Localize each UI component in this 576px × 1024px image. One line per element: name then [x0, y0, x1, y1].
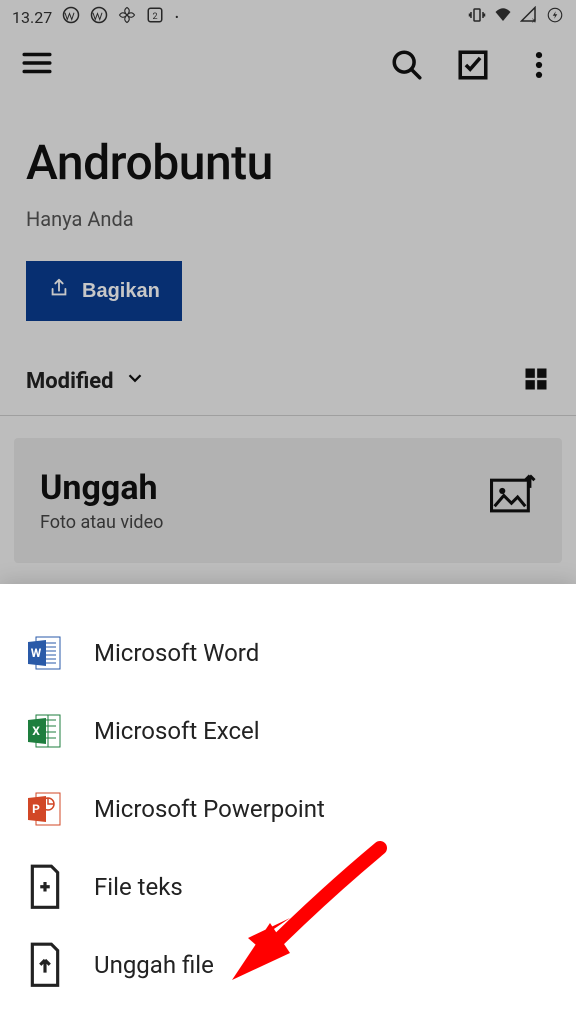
svg-text:X: X — [32, 724, 40, 738]
signal-icon: x — [520, 6, 538, 28]
search-button[interactable] — [390, 48, 424, 82]
excel-icon: X — [26, 712, 64, 750]
folder-subtitle: Hanya Anda — [26, 207, 550, 231]
pinwheel-icon — [118, 6, 136, 28]
upload-file-icon — [26, 946, 64, 984]
sheet-item-label: Unggah file — [94, 951, 214, 979]
sort-label: Modified — [26, 369, 114, 394]
sheet-item-textfile[interactable]: File teks — [0, 848, 576, 926]
menu-button[interactable] — [20, 46, 54, 84]
sheet-item-word[interactable]: W Microsoft Word — [0, 614, 576, 692]
more-button[interactable] — [522, 48, 556, 82]
share-button[interactable]: Bagikan — [26, 261, 182, 321]
sheet-item-label: Microsoft Excel — [94, 717, 260, 745]
folder-title: Androbuntu — [26, 134, 550, 191]
sheet-item-label: Microsoft Word — [94, 639, 259, 667]
statusbar-time: 13.27 — [12, 8, 52, 27]
create-bottomsheet: W Microsoft Word X Microsoft Excel P Mic… — [0, 584, 576, 1024]
svg-text:x: x — [532, 16, 536, 25]
sheet-item-excel[interactable]: X Microsoft Excel — [0, 692, 576, 770]
sort-button[interactable]: Modified — [26, 367, 146, 395]
chevron-down-icon — [124, 367, 146, 395]
appbar — [0, 30, 576, 100]
sheet-item-label: File teks — [94, 873, 183, 901]
select-button[interactable] — [456, 48, 490, 82]
svg-text:P: P — [32, 802, 40, 816]
upload-card[interactable]: Unggah Foto atau video — [14, 438, 562, 563]
dot-icon: · — [174, 5, 179, 29]
vibrate-icon — [468, 6, 486, 28]
folder-header: Androbuntu Hanya Anda Bagikan — [0, 100, 576, 321]
word-icon: W — [26, 634, 64, 672]
wifi-icon — [494, 6, 512, 28]
battery-icon — [546, 6, 564, 28]
svg-text:2: 2 — [153, 12, 158, 22]
sheet-item-powerpoint[interactable]: P Microsoft Powerpoint — [0, 770, 576, 848]
sheet-item-upload[interactable]: Unggah file — [0, 926, 576, 1004]
app-icon: 2 — [146, 6, 164, 28]
statusbar: 13.27 2 · x — [0, 0, 576, 30]
share-label: Bagikan — [82, 280, 160, 303]
text-file-icon — [26, 868, 64, 906]
upload-card-subtitle: Foto atau video — [40, 512, 163, 533]
upload-image-icon — [490, 468, 536, 518]
wordpress-icon — [62, 6, 80, 28]
upload-card-title: Unggah — [40, 468, 163, 508]
grid-view-button[interactable] — [522, 365, 550, 397]
sheet-item-label: Microsoft Powerpoint — [94, 795, 325, 823]
powerpoint-icon: P — [26, 790, 64, 828]
svg-text:W: W — [31, 646, 42, 660]
wordpress-icon — [90, 6, 108, 28]
share-icon — [48, 277, 70, 305]
